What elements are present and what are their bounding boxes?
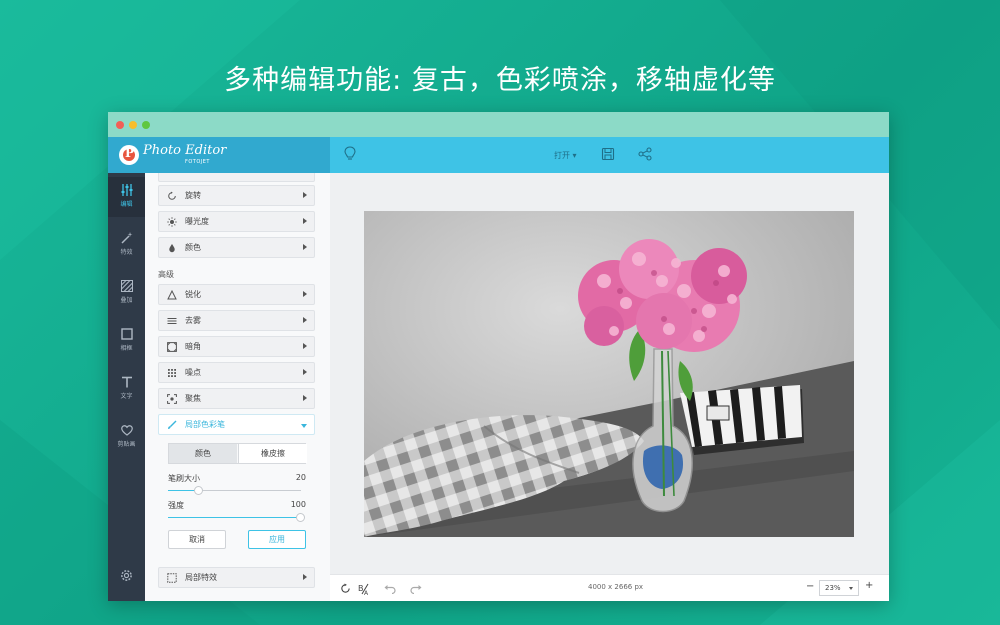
chevron-right-icon [303, 291, 307, 297]
brush-size-handle[interactable] [194, 486, 203, 495]
chevron-right-icon [303, 369, 307, 375]
drop-icon [169, 244, 175, 253]
haze-icon [167, 318, 177, 324]
lightbulb-icon[interactable] [344, 146, 356, 162]
cancel-button[interactable]: 取消 [168, 530, 226, 549]
rail-item-effects[interactable]: 特效 [108, 225, 145, 265]
tab-eraser[interactable]: 橡皮擦 [238, 444, 307, 463]
compare-icon[interactable]: B A [358, 583, 370, 595]
window-titlebar [108, 112, 889, 137]
image-canvas[interactable] [330, 173, 889, 574]
svg-text:B: B [358, 584, 364, 593]
heart-icon [120, 425, 133, 436]
dashed-square-icon [167, 573, 177, 583]
chevron-down-icon [301, 424, 307, 428]
top-toolbar: P Photo Editor FOTOJET 打开 ▾ [108, 137, 889, 173]
strength-slider[interactable] [168, 517, 301, 518]
strength-value: 100 [290, 500, 306, 509]
reset-icon[interactable] [340, 583, 351, 594]
chevron-right-icon [303, 574, 307, 580]
tool-rail: 编辑 特效 叠加 相框 文字 剪贴画 [108, 173, 145, 601]
chevron-right-icon [303, 244, 307, 250]
gear-icon[interactable] [120, 569, 133, 582]
chevron-right-icon [303, 218, 307, 224]
strength-label: 强度 [168, 501, 184, 510]
panel-item-sharpen[interactable]: 锐化 [158, 284, 315, 305]
rail-item-overlay[interactable]: 叠加 [108, 273, 145, 313]
photo[interactable] [364, 211, 854, 537]
save-icon[interactable] [601, 147, 615, 161]
focus-icon [167, 394, 177, 404]
overlay-icon [120, 280, 133, 292]
rail-item-edit[interactable]: 编辑 [108, 177, 145, 217]
chevron-right-icon [303, 192, 307, 198]
close-window-button[interactable] [116, 121, 124, 129]
panel-item-dehaze[interactable]: 去雾 [158, 310, 315, 331]
brand-name: Photo Editor [143, 143, 227, 158]
section-label-advanced: 高级 [158, 270, 174, 279]
magic-wand-icon [120, 232, 132, 244]
chevron-right-icon [303, 343, 307, 349]
panel-item-focus[interactable]: 聚焦 [158, 388, 315, 409]
sun-icon [167, 217, 177, 227]
zoom-in-button[interactable]: + [865, 580, 873, 591]
panel-item-noise[interactable]: 噪点 [158, 362, 315, 383]
chevron-down-icon [849, 587, 853, 590]
rotate-icon [168, 191, 176, 200]
panel-item-exposure[interactable]: 曝光度 [158, 211, 315, 232]
panel-item-vignette[interactable]: 暗角 [158, 336, 315, 357]
image-dimensions: 4000 x 2666 px [588, 583, 644, 591]
chevron-right-icon [303, 317, 307, 323]
brush-size-label: 笔刷大小 [168, 474, 200, 483]
panel-item-color-brush[interactable]: 局部色彩笔 [158, 414, 315, 435]
tab-color[interactable]: 颜色 [169, 444, 237, 463]
sliders-icon [121, 184, 132, 196]
panel-item-color[interactable]: 颜色 [158, 237, 315, 258]
panel-item-local-effects[interactable]: 局部特效 [158, 567, 315, 588]
rail-item-clipart[interactable]: 剪贴画 [108, 417, 145, 457]
minimize-window-button[interactable] [129, 121, 137, 129]
svg-text:A: A [364, 590, 369, 595]
brand-sub: FOTOJET [185, 159, 210, 165]
share-icon[interactable] [638, 147, 652, 161]
zoom-select[interactable]: 23% [819, 580, 859, 596]
zoom-window-button[interactable] [142, 121, 150, 129]
rail-item-frame[interactable]: 相框 [108, 321, 145, 361]
brush-size-slider[interactable] [168, 490, 301, 491]
brush-icon [168, 420, 177, 429]
panel-item-rotate[interactable]: 旋转 [158, 185, 315, 206]
triangle-icon [167, 290, 177, 300]
app-window: P Photo Editor FOTOJET 打开 ▾ 编辑 特效 叠加 相框 … [108, 112, 889, 601]
brush-size-value: 20 [295, 473, 306, 482]
chevron-right-icon [303, 395, 307, 401]
brand-logo: P Photo Editor FOTOJET [108, 137, 330, 173]
undo-icon[interactable] [384, 583, 396, 594]
panel-item-partial[interactable] [158, 173, 315, 182]
zoom-out-button[interactable]: − [806, 581, 814, 592]
open-menu[interactable]: 打开 ▾ [554, 150, 577, 161]
apply-button[interactable]: 应用 [248, 530, 306, 549]
bottom-toolbar: B A 4000 x 2666 px − 23% + [330, 574, 889, 601]
noise-icon [168, 369, 176, 377]
rail-item-text[interactable]: 文字 [108, 369, 145, 409]
strength-handle[interactable] [296, 513, 305, 522]
frame-icon [120, 328, 133, 340]
text-icon [121, 376, 132, 388]
brush-mode-toggle: 颜色 橡皮擦 [168, 443, 307, 464]
vignette-icon [167, 342, 177, 352]
edit-panel: 旋转 曝光度 颜色 高级 锐化 去雾 暗角 噪点 聚焦 局部色彩笔 颜色 橡皮擦… [145, 173, 331, 601]
redo-icon[interactable] [410, 583, 422, 594]
headline: 多种编辑功能: 复古，色彩喷涂，移轴虚化等 [224, 65, 776, 96]
